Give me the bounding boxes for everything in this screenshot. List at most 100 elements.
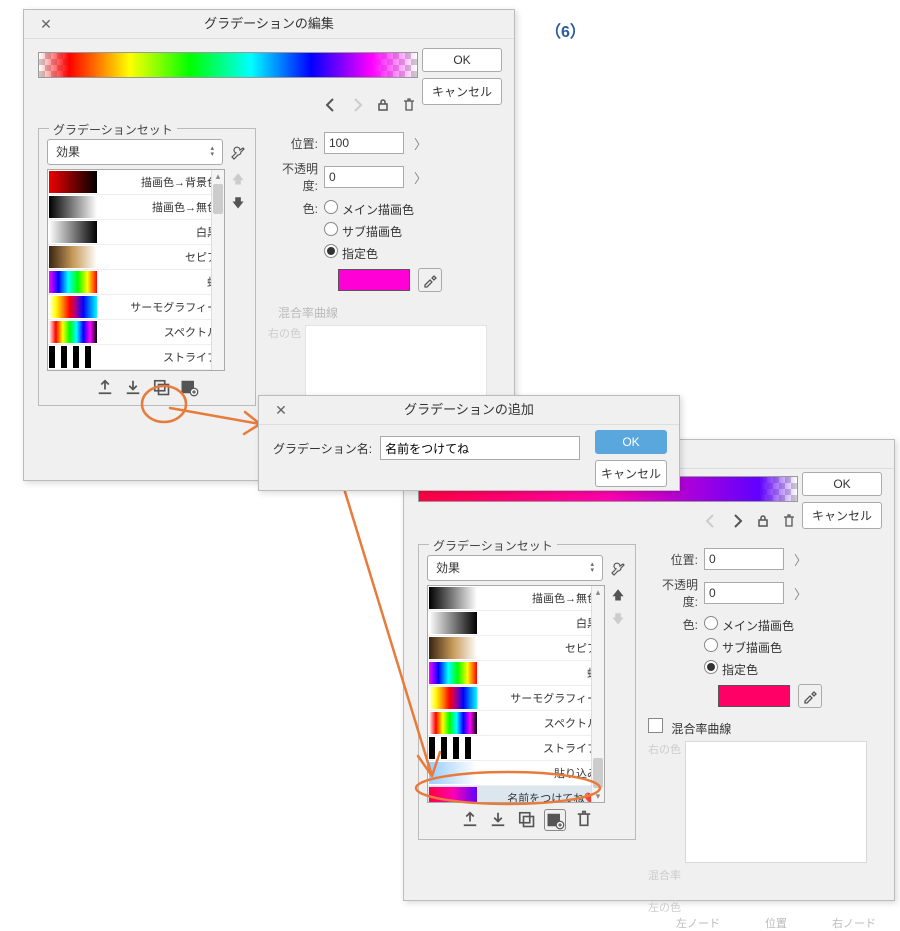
list-item[interactable]: スペクトル bbox=[98, 324, 224, 340]
trash-icon[interactable] bbox=[574, 809, 594, 829]
list-item[interactable]: 白黒 bbox=[478, 615, 604, 631]
position-input[interactable]: 100 bbox=[324, 132, 404, 154]
list-item[interactable]: ストライプ bbox=[478, 740, 604, 756]
list-item[interactable]: サーモグラフィー bbox=[478, 690, 604, 706]
radio-main-color[interactable]: メイン描画色 bbox=[324, 200, 442, 218]
color-label: 色: bbox=[268, 200, 318, 217]
add-gradient-icon[interactable] bbox=[544, 809, 566, 831]
move-up-icon[interactable]: 🡅 bbox=[609, 587, 627, 605]
move-down-icon[interactable]: 🡇 bbox=[609, 611, 627, 629]
mix-curve-checkbox[interactable] bbox=[648, 718, 663, 733]
modal-title-text: グラデーションの追加 bbox=[404, 402, 534, 417]
radio-specified-color[interactable]: 指定色 bbox=[704, 660, 822, 678]
prev-icon[interactable] bbox=[322, 96, 340, 114]
gradient-name-label: グラデーション名: bbox=[273, 440, 372, 457]
list-item[interactable]: 虹 bbox=[478, 665, 604, 681]
edit-gradient-dialog-2: 編集 OK キャンセル 位置: 0 〉 不透明度: 0 〉 色: メイ bbox=[403, 439, 895, 901]
ok-button[interactable]: OK bbox=[802, 472, 882, 496]
chevron-right-icon[interactable]: 〉 bbox=[414, 168, 427, 187]
wrench-icon[interactable] bbox=[609, 559, 627, 577]
radio-sub-color[interactable]: サブ描画色 bbox=[324, 222, 442, 240]
dialog-title: ✕ グラデーションの編集 bbox=[24, 10, 514, 39]
export-icon[interactable] bbox=[95, 377, 115, 397]
import-icon[interactable] bbox=[488, 809, 508, 829]
set-select[interactable]: 効果 ▴▾ bbox=[47, 139, 223, 165]
move-up-icon[interactable]: 🡅 bbox=[229, 171, 247, 189]
specified-color-swatch[interactable] bbox=[338, 269, 410, 291]
mix-rate-label: 混合率 bbox=[648, 867, 681, 883]
wrench-icon[interactable] bbox=[229, 143, 247, 161]
preset-list[interactable]: 描画色→無色 白黒 セピア 虹 サーモグラフィー スペクトル ストライプ 貼り込… bbox=[427, 585, 605, 803]
dialog-title-text: グラデーションの編集 bbox=[204, 16, 334, 31]
duplicate-icon[interactable] bbox=[516, 809, 536, 829]
list-item[interactable]: サーモグラフィー bbox=[98, 299, 224, 315]
modal-title: ✕ グラデーションの追加 bbox=[259, 396, 679, 425]
add-gradient-modal: ✕ グラデーションの追加 グラデーション名: OK キャンセル bbox=[258, 395, 680, 491]
opacity-input[interactable]: 0 bbox=[704, 582, 784, 604]
close-icon[interactable]: ✕ bbox=[32, 10, 60, 38]
duplicate-icon[interactable] bbox=[151, 377, 171, 397]
move-down-icon[interactable]: 🡇 bbox=[229, 195, 247, 213]
set-select[interactable]: 効果 ▴▾ bbox=[427, 555, 603, 581]
list-item[interactable]: 描画色→背景色 bbox=[98, 174, 224, 190]
import-icon[interactable] bbox=[123, 377, 143, 397]
color-label: 色: bbox=[648, 616, 698, 633]
opacity-label: 不透明度: bbox=[268, 160, 318, 194]
list-item[interactable]: 虹 bbox=[98, 274, 224, 290]
chevron-right-icon[interactable]: 〉 bbox=[794, 550, 807, 569]
eyedropper-icon[interactable] bbox=[418, 268, 442, 292]
chevron-right-icon[interactable]: 〉 bbox=[414, 134, 427, 153]
list-item[interactable]: 描画色→無色 bbox=[478, 590, 604, 606]
list-item[interactable]: スペクトル bbox=[478, 715, 604, 731]
list-item[interactable]: 描画色→無色 bbox=[98, 199, 224, 215]
page-step-label: （6） bbox=[545, 18, 586, 42]
trash-icon[interactable] bbox=[400, 96, 418, 114]
mix-curve-label: 混合率曲線 bbox=[671, 722, 731, 736]
cancel-button[interactable]: キャンセル bbox=[422, 78, 502, 105]
specified-color-swatch[interactable] bbox=[718, 685, 790, 707]
gradient-name-input[interactable] bbox=[380, 436, 580, 460]
chevron-right-icon[interactable]: 〉 bbox=[794, 584, 807, 603]
gradient-set-title: グラデーションセット bbox=[429, 537, 557, 554]
list-item[interactable]: セピア bbox=[478, 640, 604, 656]
export-icon[interactable] bbox=[460, 809, 480, 829]
list-item-new[interactable]: 名前をつけてね❤️ bbox=[478, 790, 604, 803]
scrollbar[interactable]: ▴ bbox=[211, 170, 224, 370]
list-item[interactable]: 貼り込み bbox=[478, 765, 604, 781]
gradient-set-title: グラデーションセット bbox=[49, 121, 177, 138]
left-color-label: 左の色 bbox=[648, 899, 681, 915]
close-icon[interactable]: ✕ bbox=[267, 396, 295, 424]
right-color-label: 右の色 bbox=[268, 325, 301, 341]
prev-icon[interactable] bbox=[702, 512, 720, 530]
scrollbar[interactable]: ▴ ▾ bbox=[591, 586, 604, 802]
mix-curve-label: 混合率曲線 bbox=[278, 304, 498, 321]
trash-icon[interactable] bbox=[780, 512, 798, 530]
radio-main-color[interactable]: メイン描画色 bbox=[704, 616, 822, 634]
position-label: 位置: bbox=[648, 551, 698, 568]
position-label: 位置: bbox=[268, 135, 318, 152]
scroll-down-icon: ▾ bbox=[596, 790, 601, 802]
list-item[interactable]: ストライプ bbox=[98, 349, 224, 365]
radio-specified-color[interactable]: 指定色 bbox=[324, 244, 442, 262]
lock-icon[interactable] bbox=[374, 96, 392, 114]
next-icon[interactable] bbox=[348, 96, 366, 114]
axis-left: 左ノード bbox=[676, 915, 720, 931]
position-input[interactable]: 0 bbox=[704, 548, 784, 570]
opacity-label: 不透明度: bbox=[648, 576, 698, 610]
eyedropper-icon[interactable] bbox=[798, 684, 822, 708]
scroll-up-icon: ▴ bbox=[596, 586, 601, 598]
radio-sub-color[interactable]: サブ描画色 bbox=[704, 638, 822, 656]
preset-list[interactable]: 描画色→背景色 描画色→無色 白黒 セピア 虹 サーモグラフィー スペクトル ス… bbox=[47, 169, 225, 371]
lock-icon[interactable] bbox=[754, 512, 772, 530]
opacity-input[interactable]: 0 bbox=[324, 166, 404, 188]
list-item[interactable]: セピア bbox=[98, 249, 224, 265]
gradient-preview[interactable] bbox=[38, 52, 418, 78]
mix-curve-canvas bbox=[685, 741, 867, 863]
next-icon[interactable] bbox=[728, 512, 746, 530]
modal-cancel-button[interactable]: キャンセル bbox=[595, 460, 667, 487]
list-item[interactable]: 白黒 bbox=[98, 224, 224, 240]
ok-button[interactable]: OK bbox=[422, 48, 502, 72]
modal-ok-button[interactable]: OK bbox=[595, 430, 667, 454]
add-gradient-icon[interactable] bbox=[179, 377, 199, 397]
cancel-button[interactable]: キャンセル bbox=[802, 502, 882, 529]
